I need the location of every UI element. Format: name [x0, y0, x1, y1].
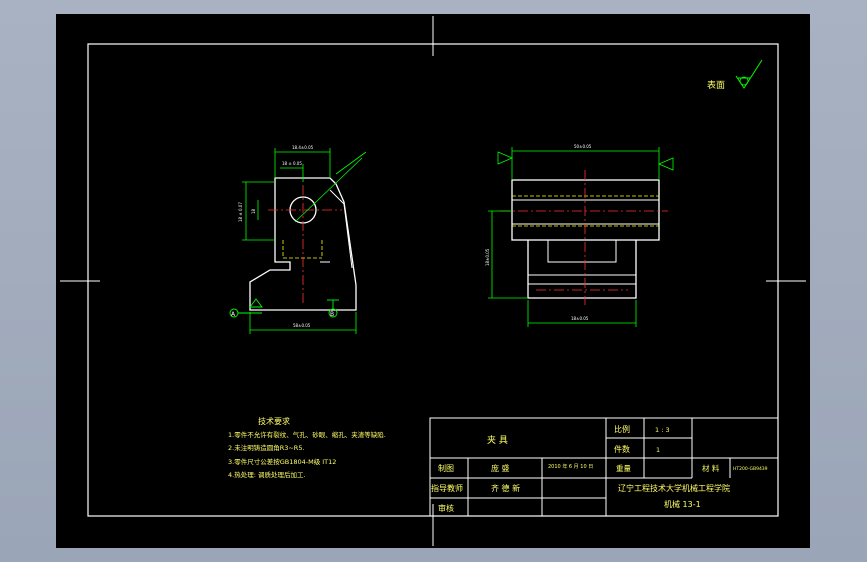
datum-a-marker: A	[229, 298, 263, 318]
advisor-name: 齐 德 新	[491, 483, 520, 493]
class-name: 机械 13-1	[664, 499, 701, 509]
scale-value: 1 : 3	[655, 426, 670, 434]
right-view: 50±0.05 18±0.05 18±0.05	[485, 144, 674, 327]
school-name: 辽宁工程技术大学机械工程学院	[618, 483, 730, 493]
drawn-name: 庞 盛	[491, 463, 510, 473]
scale-label: 比例	[614, 424, 630, 434]
right-view-top-block	[511, 179, 660, 241]
left-dim-bottom: 58±0.05	[293, 323, 311, 328]
centering-marks	[60, 16, 806, 546]
left-dim-top-inner: 18 ± 0.05	[282, 161, 302, 166]
tech-req-line: 3.零件尺寸公差按GB1804-M级 IT12	[228, 457, 336, 466]
tech-req-title: 技术要求	[258, 416, 290, 426]
qty-value: 1	[656, 446, 660, 454]
right-view-lower-body	[527, 240, 637, 299]
qty-label: 件数	[614, 444, 630, 454]
surface-note-text: 表面	[707, 79, 725, 91]
drawn-date: 2010 年 6 月 10 日	[548, 463, 593, 470]
part-name: 夹 具	[487, 434, 508, 446]
weight-label: 重量	[616, 464, 631, 473]
review-label: 审核	[438, 503, 454, 513]
material-label: 材 料	[702, 463, 720, 473]
technical-requirements: 技术要求 1.零件不允许有裂纹、气孔、砂眼、缩孔、夹渣等缺陷. 2.未注明铸造圆…	[228, 416, 386, 479]
right-dim-height: 18±0.05	[485, 248, 490, 266]
left-dim-top-outer: 18.4±0.05	[292, 145, 314, 150]
left-dim-vert-outer: 18 ± 0.07	[238, 202, 243, 222]
title-block: 夹 具 比例 1 : 3 件数 1 制图 庞 盛 2010 年 6 月 10 日…	[429, 417, 779, 517]
drawn-label: 制图	[438, 463, 454, 473]
cad-viewport[interactable]: 表面 18.4±0.05 18 ± 0.05 18 ± 0.07 18 58±0…	[0, 0, 867, 562]
tech-req-line: 4.热处理: 调质处理后加工.	[228, 470, 306, 479]
left-dim-vert-inner: 18	[251, 208, 256, 214]
drawing-canvas[interactable]: 表面 18.4±0.05 18 ± 0.05 18 ± 0.07 18 58±0…	[0, 0, 867, 562]
advisor-label: 指导教师	[431, 483, 463, 493]
right-dim-top: 50±0.05	[574, 144, 592, 149]
datum-b-marker: B	[327, 299, 339, 318]
roughness-symbol-icon	[735, 59, 763, 89]
left-view: 18.4±0.05 18 ± 0.05 18 ± 0.07 18 58±0.05…	[229, 145, 367, 334]
inner-border	[87, 43, 779, 517]
tech-req-line: 1.零件不允许有裂纹、气孔、砂眼、缩孔、夹渣等缺陷.	[228, 430, 386, 439]
material-value: HT200-GB9439	[733, 466, 768, 472]
right-dim-bottom: 18±0.05	[571, 316, 589, 321]
tech-req-line: 2.未注明铸造圆角R3~R5.	[228, 443, 305, 452]
surface-roughness-note: 表面	[707, 59, 763, 91]
datum-b-label: B	[330, 311, 334, 318]
